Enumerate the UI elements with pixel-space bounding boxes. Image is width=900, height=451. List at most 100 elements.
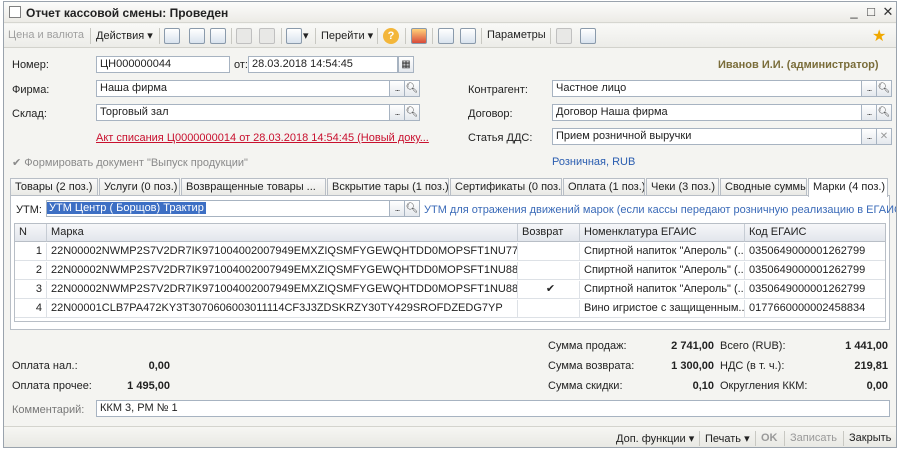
other-payment-label: Оплата прочее: bbox=[12, 380, 92, 392]
new-document-icon[interactable] bbox=[164, 28, 180, 44]
goto-menu[interactable]: Перейти ▾ bbox=[321, 29, 373, 42]
post-icon[interactable] bbox=[236, 28, 252, 44]
favorite-star-icon[interactable]: ★ bbox=[872, 26, 886, 46]
contract-select-button[interactable]: ... bbox=[861, 104, 877, 121]
mark-cell: 22N00002NWMP2S7V2DR7IK971004002007949EMX… bbox=[47, 243, 518, 261]
column-header-return[interactable]: Возврат bbox=[518, 224, 580, 242]
kkm-rounding-label: Округления ККМ: bbox=[720, 380, 808, 392]
column-header-egais-code[interactable]: Код ЕГАИС bbox=[745, 224, 885, 242]
user-name: Иванов И.И. (администратор) bbox=[718, 59, 879, 71]
extra-functions-button[interactable]: Доп. функции ▾ bbox=[616, 432, 694, 445]
dds-select-button[interactable]: ... bbox=[861, 128, 877, 145]
firm-select-button[interactable]: ... bbox=[389, 80, 405, 97]
row-number: 3 bbox=[15, 281, 47, 299]
warehouse-select-button[interactable]: ... bbox=[389, 104, 405, 121]
utm-field[interactable]: УТМ Центр ( Борщов) Трактир bbox=[46, 200, 404, 217]
warehouse-search-icon[interactable]: 🔍︎ bbox=[404, 104, 420, 121]
minimize-button[interactable]: _ bbox=[846, 4, 862, 20]
exit-icon[interactable] bbox=[580, 28, 596, 44]
print-button[interactable]: Печать ▾ bbox=[705, 432, 750, 445]
actions-menu[interactable]: Действия ▾ bbox=[96, 29, 153, 42]
other-payment-value: 1 495,00 bbox=[127, 380, 170, 392]
settings-list-icon[interactable] bbox=[460, 28, 476, 44]
bottom-separator bbox=[784, 431, 785, 446]
bottom-separator bbox=[755, 431, 756, 446]
help-icon[interactable]: ? bbox=[383, 28, 399, 44]
vat-value: 219,81 bbox=[854, 360, 888, 372]
toolbar-separator bbox=[90, 28, 91, 44]
firm-field[interactable]: Наша фирма bbox=[96, 80, 390, 97]
toolbar-separator bbox=[159, 28, 160, 44]
tab-services[interactable]: Услуги (0 поз.) bbox=[99, 178, 180, 196]
retail-price-link[interactable]: Розничная, RUB bbox=[552, 156, 635, 168]
hierarchy-icon[interactable] bbox=[411, 28, 427, 44]
dds-clear-icon[interactable]: ✕ bbox=[876, 128, 892, 145]
tab-container-opening[interactable]: Вскрытие тары (1 поз.) bbox=[327, 178, 449, 196]
comment-field[interactable]: ККМ 3, РМ № 1 bbox=[96, 400, 890, 417]
actions-menu-label: Действия bbox=[96, 30, 145, 42]
warehouse-field[interactable]: Торговый зал bbox=[96, 104, 390, 121]
discount-sum-value: 0,10 bbox=[692, 380, 714, 392]
return-cell[interactable] bbox=[518, 243, 580, 261]
mark-cell: 22N00002NWMP2S7V2DR7IK971004002007949EMX… bbox=[47, 262, 518, 280]
unpost-icon[interactable] bbox=[259, 28, 275, 44]
utm-select-button[interactable]: ... bbox=[389, 200, 405, 217]
return-cell[interactable] bbox=[518, 300, 580, 318]
calendar-icon[interactable]: ▦ bbox=[398, 56, 414, 73]
toolbar-separator bbox=[377, 28, 378, 44]
save-button[interactable]: Записать bbox=[790, 432, 837, 444]
contract-search-icon[interactable]: 🔍︎ bbox=[876, 104, 892, 121]
maximize-button[interactable]: □ bbox=[863, 4, 879, 20]
egais-code-cell: 0350649000001262799 bbox=[745, 262, 885, 280]
dds-field[interactable]: Прием розничной выручки bbox=[552, 128, 862, 145]
contract-label: Договор: bbox=[468, 108, 513, 120]
contractor-search-icon[interactable]: 🔍︎ bbox=[876, 80, 892, 97]
tab-returned-goods[interactable]: Возвращенные товары ... bbox=[181, 178, 326, 196]
document-icon bbox=[9, 6, 21, 18]
copy-icon[interactable] bbox=[189, 28, 205, 44]
params-button[interactable]: Параметры bbox=[487, 29, 546, 41]
form-production-checkbox[interactable]: ✔ Формировать документ "Выпуск продукции… bbox=[12, 156, 248, 169]
row-number: 2 bbox=[15, 262, 47, 280]
journal-icon[interactable] bbox=[556, 28, 572, 44]
total-value: 1 441,00 bbox=[845, 340, 888, 352]
egais-nomenclature-cell: Спиртной напиток "Апероль" (... bbox=[580, 262, 745, 280]
egais-nomenclature-cell: Спиртной напиток "Апероль" (... bbox=[580, 243, 745, 261]
firm-search-icon[interactable]: 🔍︎ bbox=[404, 80, 420, 97]
close-button[interactable]: Закрыть bbox=[849, 432, 891, 444]
contractor-field[interactable]: Частное лицо bbox=[552, 80, 862, 97]
utm-search-icon[interactable]: 🔍︎ bbox=[404, 200, 420, 217]
tab-goods[interactable]: Товары (2 поз.) bbox=[10, 178, 98, 196]
edit-icon[interactable] bbox=[210, 28, 226, 44]
number-label: Номер: bbox=[12, 59, 49, 71]
contract-field[interactable]: Договор Наша фирма bbox=[552, 104, 862, 121]
goto-menu-label: Перейти bbox=[321, 30, 365, 42]
tab-marks[interactable]: Марки (4 поз.) bbox=[808, 178, 888, 197]
toolbar-separator bbox=[481, 28, 482, 44]
price-currency-button[interactable]: Цена и валюта bbox=[8, 29, 84, 41]
cash-payment-value: 0,00 bbox=[148, 360, 170, 372]
contractor-select-button[interactable]: ... bbox=[861, 80, 877, 97]
close-window-button[interactable]: ✕ bbox=[880, 4, 896, 20]
tab-receipts[interactable]: Чеки (3 поз.) bbox=[646, 178, 719, 196]
structure-dropdown[interactable]: ▾ bbox=[303, 29, 309, 42]
row-number: 1 bbox=[15, 243, 47, 261]
date-field[interactable]: 28.03.2018 14:54:45 bbox=[248, 56, 398, 73]
column-header-mark[interactable]: Марка bbox=[47, 224, 518, 242]
cash-payment-label: Оплата нал.: bbox=[12, 360, 78, 372]
return-cell[interactable]: ✔ bbox=[518, 281, 580, 299]
return-cell[interactable] bbox=[518, 262, 580, 280]
form-production-label: Формировать документ "Выпуск продукции" bbox=[24, 157, 248, 169]
list-icon[interactable] bbox=[438, 28, 454, 44]
ok-button[interactable]: OK bbox=[761, 432, 778, 444]
tab-summary[interactable]: Сводные суммы bbox=[720, 178, 807, 196]
tab-payment[interactable]: Оплата (1 поз.) bbox=[563, 178, 645, 196]
structure-icon[interactable] bbox=[286, 28, 302, 44]
egais-code-cell: 0177660000002458834 bbox=[745, 300, 885, 318]
checkbox-check-icon: ✔ bbox=[12, 157, 22, 169]
tab-certificates[interactable]: Сертификаты (0 поз.) bbox=[450, 178, 562, 196]
writeoff-act-link[interactable]: Акт списания Ц0000000014 от 28.03.2018 1… bbox=[96, 132, 429, 144]
column-header-n[interactable]: N bbox=[15, 224, 47, 242]
number-field[interactable]: ЦН000000044 bbox=[96, 56, 230, 73]
column-header-egais-nomenclature[interactable]: Номенклатура ЕГАИС bbox=[580, 224, 745, 242]
